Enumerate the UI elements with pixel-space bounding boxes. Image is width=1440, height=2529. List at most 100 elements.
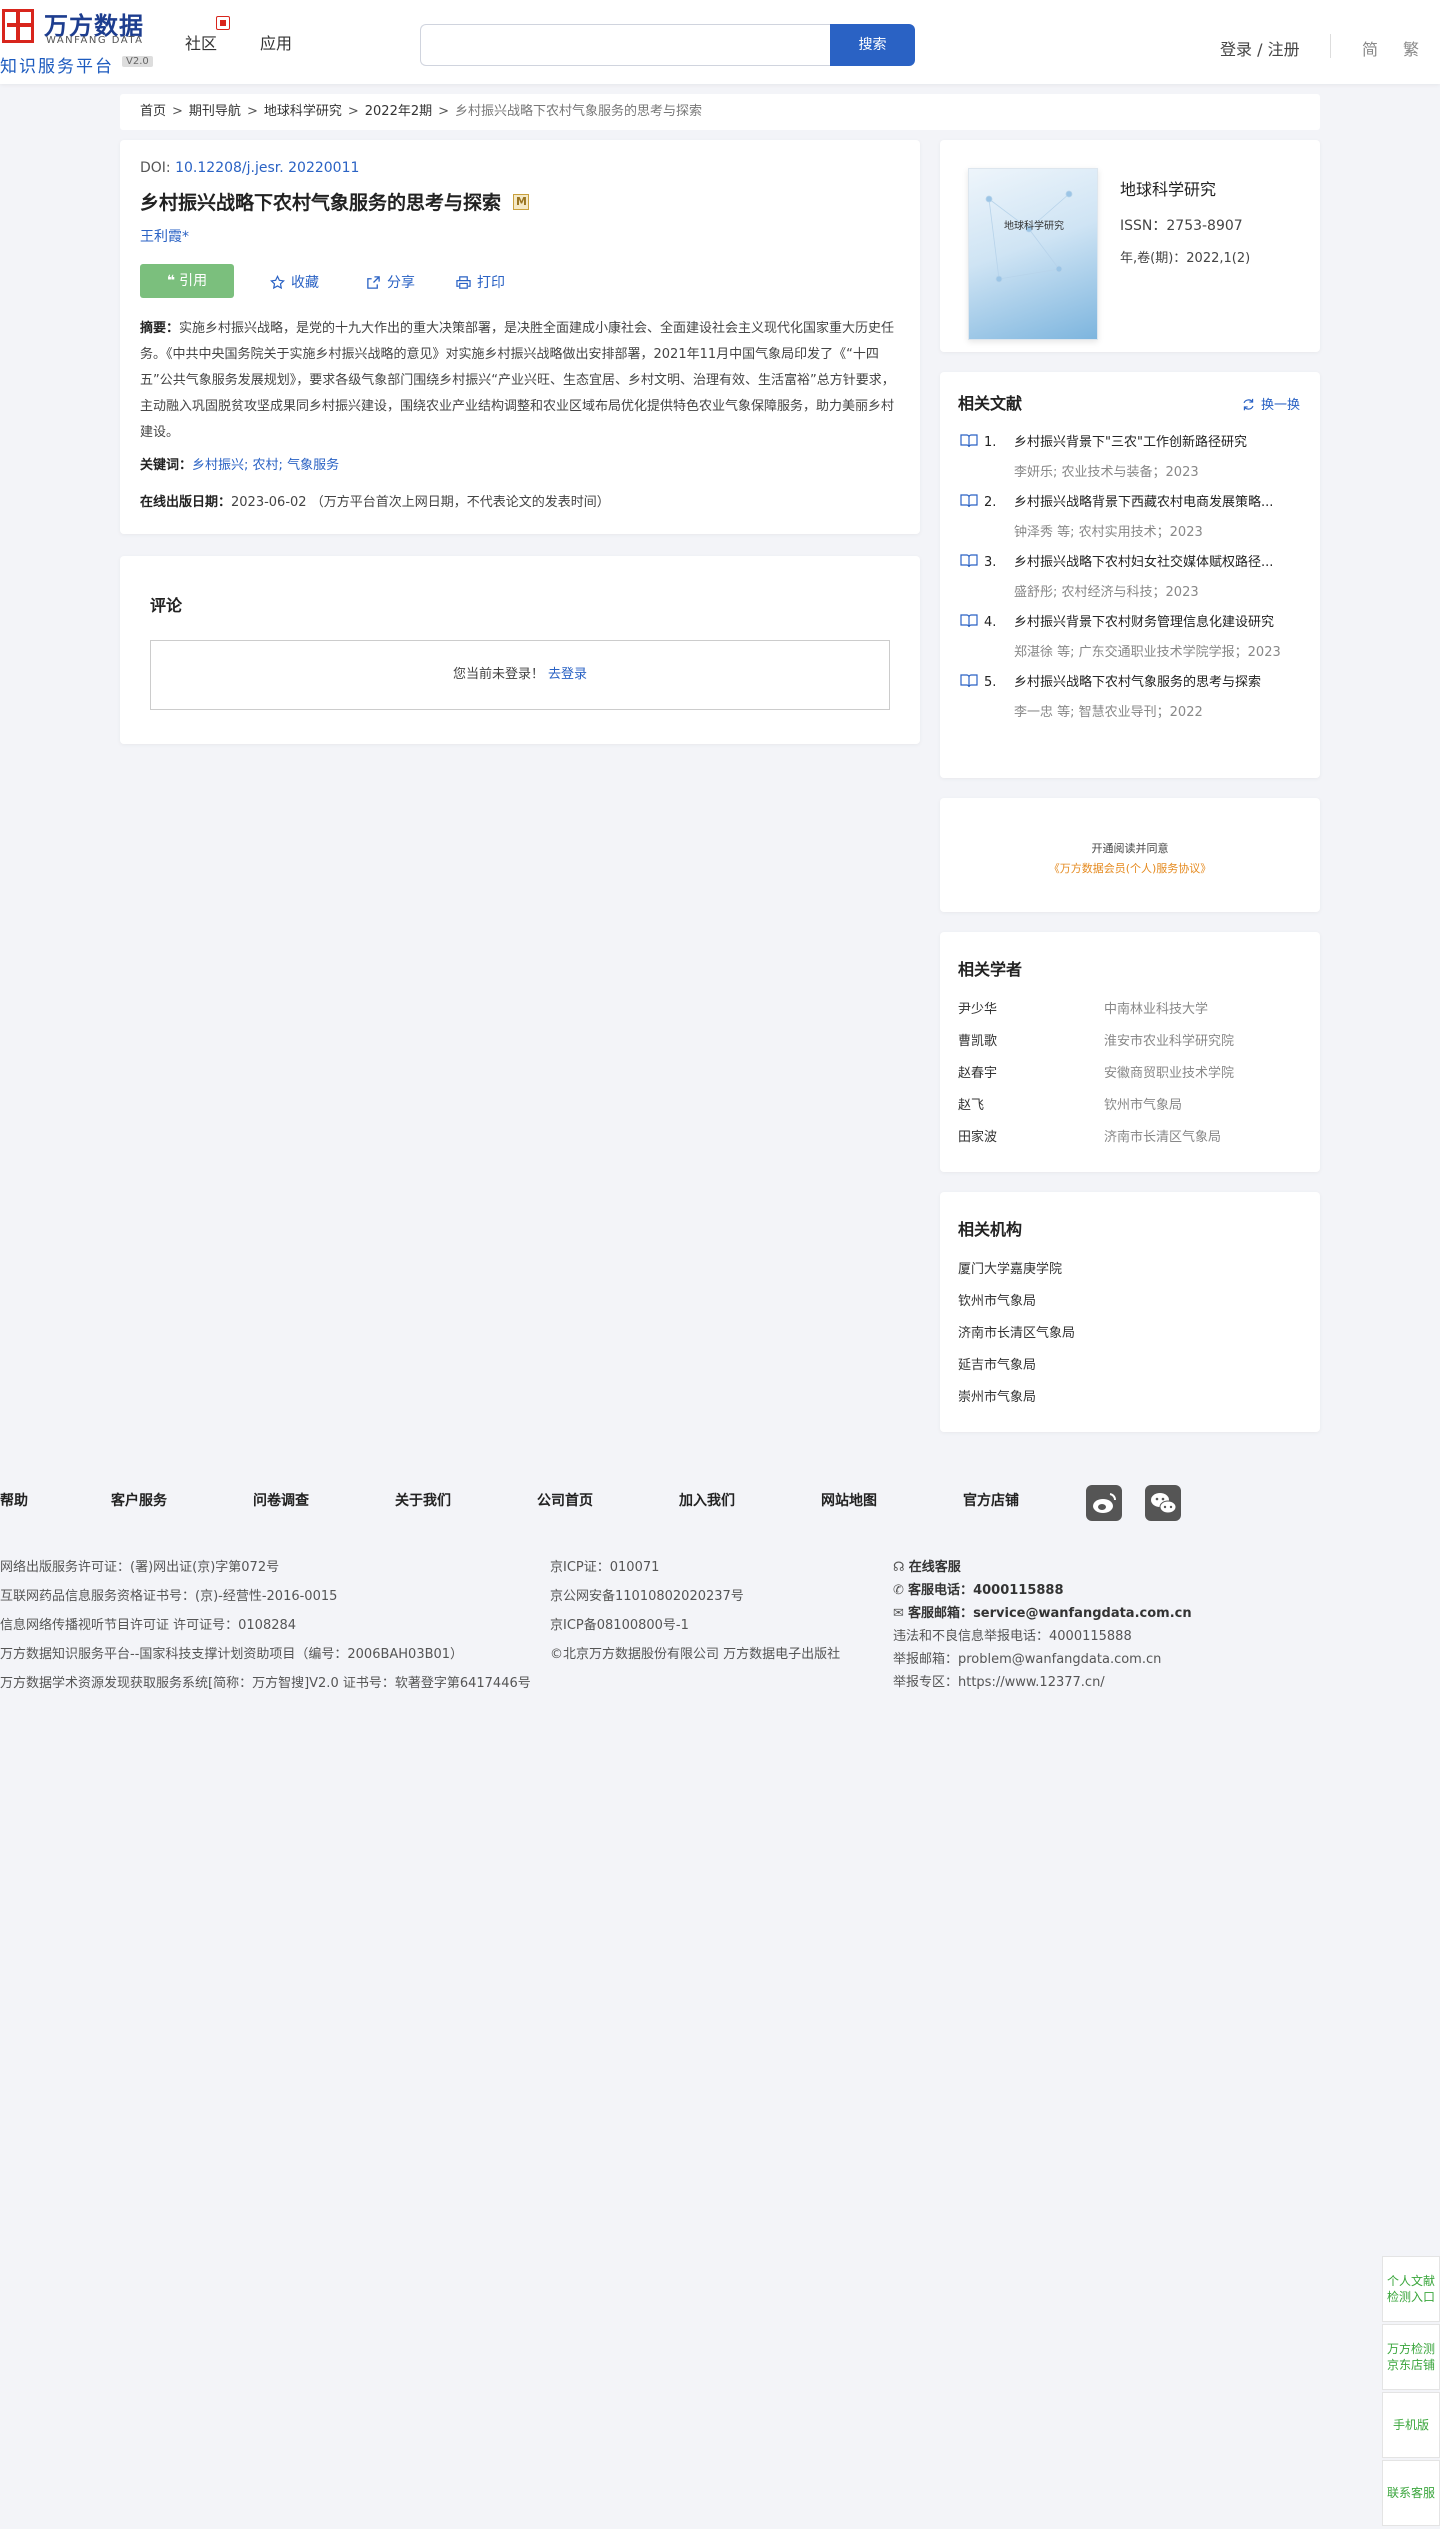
footer-link-join-us[interactable]: 加入我们 bbox=[679, 1490, 735, 1510]
lang-simplified[interactable]: 简 bbox=[1362, 36, 1378, 60]
related-item-title[interactable]: 乡村振兴背景下"三农"工作创新路径研究 bbox=[1014, 428, 1302, 458]
journal-cover[interactable]: 地球科学研究 bbox=[968, 168, 1098, 340]
keywords: 关键词：乡村振兴; 农村; 气象服务 bbox=[140, 458, 340, 473]
scholar-row[interactable]: 田家波 济南市长清区气象局 bbox=[958, 1122, 1302, 1154]
logo-mark-icon bbox=[2, 9, 34, 43]
related-item-title[interactable]: 乡村振兴战略下农村妇女社交媒体赋权路径... bbox=[1014, 548, 1302, 578]
footer-link-help[interactable]: 帮助 bbox=[0, 1490, 28, 1510]
refresh-icon bbox=[1243, 398, 1254, 411]
weibo-icon[interactable] bbox=[1086, 1485, 1122, 1521]
search-input[interactable] bbox=[420, 24, 830, 66]
doi-link[interactable]: 10.12208/j.jesr. 20220011 bbox=[175, 160, 359, 176]
journal-card: 地球科学研究 地球科学研究 ISSN：2753-8907 年,卷(期)：2022… bbox=[940, 140, 1320, 352]
institution-row[interactable]: 崇州市气象局 bbox=[958, 1382, 1302, 1414]
service-email: ✉ 客服邮箱：service@wanfangdata.com.cn bbox=[893, 1606, 1192, 1621]
logo-en: WANFANG DATA bbox=[46, 35, 144, 46]
book-icon bbox=[960, 494, 978, 508]
float-detection-entry[interactable]: 个人文献检测入口 bbox=[1382, 2256, 1440, 2322]
right-float-bar: 个人文献检测入口 万方检测京东店铺 手机版 联系客服 bbox=[1382, 2256, 1440, 2528]
keyword-link[interactable]: 农村; bbox=[253, 458, 283, 473]
related-scholars-card: 相关学者 尹少华 中南林业科技大学 曹凯歌 淮安市农业科学研究院 赵春宇 安徽商贸职业… bbox=[940, 932, 1320, 1172]
footer-link-survey[interactable]: 问卷调查 bbox=[253, 1490, 309, 1510]
keyword-link[interactable]: 气象服务 bbox=[287, 458, 339, 473]
scholar-row[interactable]: 赵春宇 安徽商贸职业技术学院 bbox=[958, 1058, 1302, 1090]
lang-traditional[interactable]: 繁 bbox=[1403, 36, 1419, 60]
go-login-link[interactable]: 去登录 bbox=[548, 667, 587, 682]
related-item-title[interactable]: 乡村振兴战略下农村气象服务的思考与探索 bbox=[1014, 668, 1302, 698]
mail-icon: ✉ bbox=[893, 1606, 904, 1621]
related-item-title[interactable]: 乡村振兴背景下农村财务管理信息化建设研究 bbox=[1014, 608, 1302, 638]
cite-button[interactable]: ❝ 引用 bbox=[140, 264, 234, 298]
breadcrumb-home[interactable]: 首页 bbox=[140, 104, 166, 119]
footer-link-official-store[interactable]: 官方店铺 bbox=[963, 1490, 1019, 1510]
footer-icp: 京ICP证：010071 京公网安备11010802020237号 京ICP备0… bbox=[550, 1560, 841, 1662]
comment-card: 评论 您当前未登录！ 去登录 bbox=[120, 556, 920, 744]
footer-contact: ☊ 在线客服 ✆ 客服电话：4000115888 ✉ 客服邮箱：service@… bbox=[893, 1556, 1192, 1694]
membership-agreement-card: 开通阅读并同意 《万方数据会员(个人)服务协议》 bbox=[940, 798, 1320, 912]
related-institutions-title: 相关机构 bbox=[958, 1220, 1023, 1239]
wechat-icon[interactable] bbox=[1145, 1485, 1181, 1521]
cover-network-graphic bbox=[985, 190, 1073, 283]
institution-row[interactable]: 延吉市气象局 bbox=[958, 1350, 1302, 1382]
collect-button[interactable]: 收藏 bbox=[270, 272, 319, 292]
footer-link-customer-service[interactable]: 客户服务 bbox=[111, 1490, 167, 1510]
wanfang-logo[interactable]: 万方数据 WANFANG DATA 知识服务平台 V2.0 bbox=[0, 6, 170, 77]
print-button[interactable]: 打印 bbox=[456, 272, 505, 292]
institution-row[interactable]: 济南市长清区气象局 bbox=[958, 1318, 1302, 1350]
author-link[interactable]: 王利霞* bbox=[140, 226, 900, 246]
scholar-row[interactable]: 曹凯歌 淮安市农业科学研究院 bbox=[958, 1026, 1302, 1058]
login-register-link[interactable]: 登录 / 注册 bbox=[1220, 36, 1300, 60]
book-icon bbox=[960, 674, 978, 688]
institution-row[interactable]: 钦州市气象局 bbox=[958, 1286, 1302, 1318]
comment-login-box: 您当前未登录！ 去登录 bbox=[150, 640, 890, 710]
nav-apps[interactable]: 应用 bbox=[260, 30, 292, 54]
phone-icon: ✆ bbox=[893, 1583, 904, 1598]
logo-version: V2.0 bbox=[122, 56, 153, 67]
online-service-link[interactable]: ☊ 在线客服 bbox=[893, 1556, 1192, 1579]
breadcrumb-issue[interactable]: 2022年2期 bbox=[365, 104, 432, 119]
institution-row[interactable]: 厦门大学嘉庚学院 bbox=[958, 1254, 1302, 1286]
float-jd-store[interactable]: 万方检测京东店铺 bbox=[1382, 2324, 1440, 2390]
article-card: DOI: 10.12208/j.jesr. 20220011 乡村振兴战略下农村… bbox=[120, 140, 920, 534]
community-badge-icon bbox=[216, 16, 230, 30]
book-icon bbox=[960, 554, 978, 568]
keyword-link[interactable]: 乡村振兴; bbox=[192, 458, 248, 473]
journal-name[interactable]: 地球科学研究 bbox=[1120, 176, 1216, 200]
related-docs-card: 相关文献 换一换 1. 乡村振兴背景下"三农"工作创新路径研究 李妍乐; 农业技… bbox=[940, 372, 1320, 778]
journal-issn: ISSN：2753-8907 bbox=[1120, 218, 1243, 234]
related-item-meta: 钟泽秀 等; 农村实用技术；2023 bbox=[1014, 525, 1203, 540]
journal-volume: 年,卷(期)：2022,1(2) bbox=[1120, 251, 1251, 266]
scholar-row[interactable]: 赵飞 钦州市气象局 bbox=[958, 1090, 1302, 1122]
article-title: 乡村振兴战略下农村气象服务的思考与探索 bbox=[140, 192, 502, 214]
float-mobile[interactable]: 手机版 bbox=[1382, 2392, 1440, 2458]
breadcrumb-journal-nav[interactable]: 期刊导航 bbox=[189, 104, 241, 119]
breadcrumb-journal[interactable]: 地球科学研究 bbox=[264, 104, 342, 119]
float-contact-service[interactable]: 联系客服 bbox=[1382, 2460, 1440, 2526]
footer-link-sitemap[interactable]: 网站地图 bbox=[821, 1490, 877, 1510]
related-item[interactable]: 2. 乡村振兴战略背景下西藏农村电商发展策略... 钟泽秀 等; 农村实用技术；… bbox=[958, 488, 1302, 548]
related-item-meta: 李妍乐; 农业技术与装备；2023 bbox=[1014, 465, 1199, 480]
related-item[interactable]: 1. 乡村振兴背景下"三农"工作创新路径研究 李妍乐; 农业技术与装备；2023 bbox=[958, 428, 1302, 488]
related-item-title[interactable]: 乡村振兴战略背景下西藏农村电商发展策略... bbox=[1014, 488, 1302, 518]
related-item[interactable]: 3. 乡村振兴战略下农村妇女社交媒体赋权路径... 盛舒彤; 农村经济与科技；2… bbox=[958, 548, 1302, 608]
agreement-link[interactable]: 《万方数据会员(个人)服务协议》 bbox=[940, 860, 1320, 876]
agreement-text: 开通阅读并同意 bbox=[1091, 842, 1169, 855]
logo-subtitle: 知识服务平台 bbox=[0, 57, 114, 77]
nav-community[interactable]: 社区 bbox=[185, 30, 217, 54]
footer-link-about[interactable]: 关于我们 bbox=[395, 1490, 451, 1510]
headset-icon: ☊ bbox=[893, 1560, 905, 1575]
printer-icon bbox=[456, 276, 471, 289]
related-item-meta: 盛舒彤; 农村经济与科技；2023 bbox=[1014, 585, 1199, 600]
site-header: 万方数据 WANFANG DATA 知识服务平台 V2.0 社区 应用 搜索 登… bbox=[0, 0, 1440, 84]
share-button[interactable]: 分享 bbox=[366, 272, 415, 292]
breadcrumb: 首页 > 期刊导航 > 地球科学研究 >2022年2期 > 乡村振兴战略下农村气象服务的思考与… bbox=[120, 94, 1320, 130]
footer-licenses: 网络出版服务许可证：(署)网出证(京)字第072号 互联网药品信息服务资格证书号… bbox=[0, 1560, 531, 1691]
related-item[interactable]: 4. 乡村振兴背景下农村财务管理信息化建设研究 郑湛徐 等; 广东交通职业技术学… bbox=[958, 608, 1302, 668]
footer-link-company-home[interactable]: 公司首页 bbox=[537, 1490, 593, 1510]
m-badge-icon: M bbox=[513, 193, 530, 210]
search-button[interactable]: 搜索 bbox=[830, 24, 915, 66]
related-scholars-title: 相关学者 bbox=[958, 960, 1023, 979]
related-item[interactable]: 5. 乡村振兴战略下农村气象服务的思考与探索 李一忠 等; 智慧农业导刊；202… bbox=[958, 668, 1302, 728]
refresh-button[interactable]: 换一换 bbox=[1242, 394, 1300, 413]
scholar-row[interactable]: 尹少华 中南林业科技大学 bbox=[958, 994, 1302, 1026]
